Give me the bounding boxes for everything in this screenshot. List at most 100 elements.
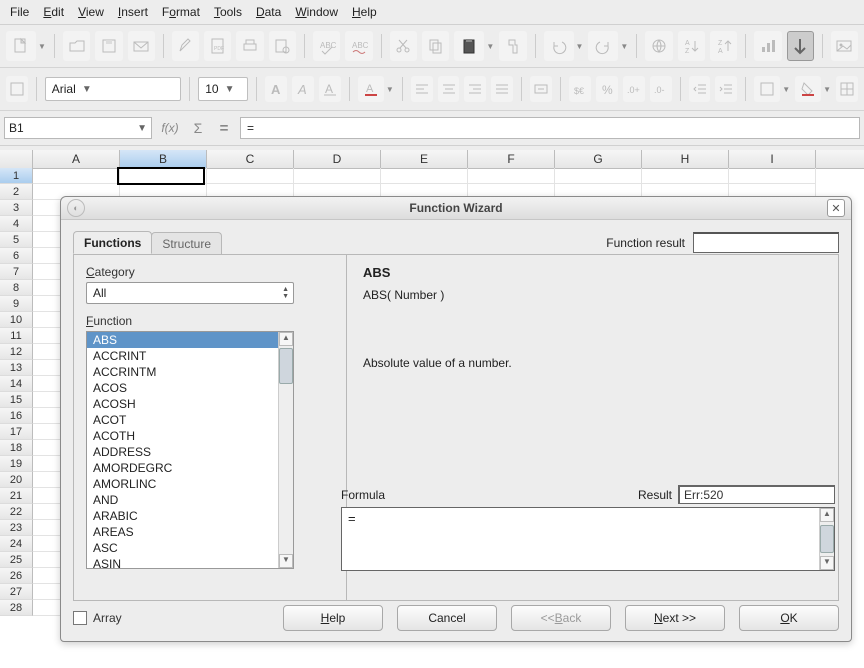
align-justify-icon[interactable] (491, 76, 513, 102)
cell[interactable] (468, 168, 555, 184)
row-header[interactable]: 22 (0, 504, 33, 520)
column-header[interactable]: D (294, 150, 381, 168)
function-list-item[interactable]: AREAS (87, 524, 279, 540)
redo-icon[interactable] (588, 31, 618, 61)
menu-file[interactable]: File (4, 4, 35, 20)
sum-icon[interactable]: Σ (188, 120, 208, 136)
row-header[interactable]: 28 (0, 600, 33, 616)
menu-help[interactable]: Help (346, 4, 383, 20)
chevron-down-icon[interactable]: ▼ (576, 42, 584, 51)
function-list-item[interactable]: ABS (87, 332, 279, 348)
function-wizard-icon[interactable]: f(x) (158, 121, 182, 135)
function-list-item[interactable]: ARABIC (87, 508, 279, 524)
edit-mode-icon[interactable] (172, 31, 199, 61)
sort-asc-icon[interactable]: AZ (678, 31, 705, 61)
row-header[interactable]: 13 (0, 360, 33, 376)
format-paintbrush-icon[interactable] (499, 31, 526, 61)
print-icon[interactable] (236, 31, 263, 61)
decrease-indent-icon[interactable] (689, 76, 711, 102)
column-header[interactable]: I (729, 150, 816, 168)
dialog-titlebar[interactable]: ◐ Function Wizard ✕ (61, 197, 851, 220)
close-icon[interactable]: ✕ (827, 199, 845, 217)
menu-edit[interactable]: Edit (37, 4, 70, 20)
function-list-item[interactable]: ACOSH (87, 396, 279, 412)
row-header[interactable]: 21 (0, 488, 33, 504)
menu-data[interactable]: Data (250, 4, 287, 20)
row-header[interactable]: 20 (0, 472, 33, 488)
row-header[interactable]: 11 (0, 328, 33, 344)
email-icon[interactable] (128, 31, 155, 61)
underline-icon[interactable]: A (319, 76, 341, 102)
equals-icon[interactable]: = (214, 120, 234, 137)
formula-input[interactable]: = (240, 117, 860, 139)
row-header[interactable]: 24 (0, 536, 33, 552)
function-list-item[interactable]: AMORLINC (87, 476, 279, 492)
function-list-item[interactable]: ACOS (87, 380, 279, 396)
back-button[interactable]: << Back (511, 605, 611, 631)
formula-textarea[interactable]: = ▲ ▼ (341, 507, 835, 571)
row-header[interactable]: 17 (0, 424, 33, 440)
menu-insert[interactable]: Insert (112, 4, 154, 20)
ok-button[interactable]: OK (739, 605, 839, 631)
row-header[interactable]: 15 (0, 392, 33, 408)
next-button[interactable]: Next >> (625, 605, 725, 631)
scroll-down-icon[interactable]: ▼ (279, 554, 293, 568)
remove-decimal-icon[interactable]: .0- (650, 76, 672, 102)
export-pdf-icon[interactable]: PDF (204, 31, 231, 61)
cell-reference-combo[interactable]: B1 ▼ (4, 117, 152, 139)
column-header[interactable]: A (33, 150, 120, 168)
sort-desc-icon[interactable]: ZA (710, 31, 737, 61)
row-header[interactable]: 26 (0, 568, 33, 584)
spinner-icon[interactable]: ▲▼ (282, 286, 289, 300)
font-color-icon[interactable]: A (358, 76, 384, 102)
copy-icon[interactable] (422, 31, 449, 61)
menu-format[interactable]: Format (156, 4, 206, 20)
column-header[interactable]: B (120, 150, 207, 168)
currency-icon[interactable]: $€ (569, 76, 591, 102)
increase-indent-icon[interactable] (715, 76, 737, 102)
function-list-item[interactable]: AND (87, 492, 279, 508)
cell[interactable] (729, 168, 816, 184)
row-header[interactable]: 23 (0, 520, 33, 536)
scrollbar[interactable]: ▲ ▼ (278, 332, 293, 568)
column-header[interactable]: C (207, 150, 294, 168)
save-icon[interactable] (95, 31, 122, 61)
cut-icon[interactable] (390, 31, 417, 61)
percent-icon[interactable]: % (596, 76, 618, 102)
chevron-down-icon[interactable]: ▼ (782, 85, 790, 94)
row-header[interactable]: 6 (0, 248, 33, 264)
bgcolor-icon[interactable] (795, 76, 821, 102)
tab-functions[interactable]: Functions (73, 231, 152, 254)
row-header[interactable]: 3 (0, 200, 33, 216)
help-button[interactable]: Help (283, 605, 383, 631)
open-icon[interactable] (63, 31, 90, 61)
chevron-down-icon[interactable]: ▼ (223, 84, 237, 95)
align-center-icon[interactable] (438, 76, 460, 102)
styles-icon[interactable] (6, 76, 28, 102)
scroll-thumb[interactable] (820, 525, 834, 553)
row-header[interactable]: 9 (0, 296, 33, 312)
row-header[interactable]: 5 (0, 232, 33, 248)
row-header[interactable]: 10 (0, 312, 33, 328)
cell[interactable] (381, 168, 468, 184)
column-header[interactable]: G (555, 150, 642, 168)
function-list-item[interactable]: ACCRINTM (87, 364, 279, 380)
undo-icon[interactable] (544, 31, 574, 61)
chevron-down-icon[interactable]: ▼ (137, 123, 147, 134)
gallery-icon[interactable] (831, 31, 858, 61)
row-header[interactable]: 25 (0, 552, 33, 568)
bold-icon[interactable]: A (265, 76, 287, 102)
font-name-combo[interactable]: Arial ▼ (45, 77, 182, 101)
function-list-item[interactable]: ACCRINT (87, 348, 279, 364)
row-header[interactable]: 4 (0, 216, 33, 232)
row-header[interactable]: 8 (0, 280, 33, 296)
align-right-icon[interactable] (464, 76, 486, 102)
scroll-up-icon[interactable]: ▲ (279, 332, 293, 346)
cancel-button[interactable]: Cancel (397, 605, 497, 631)
menu-view[interactable]: View (72, 4, 110, 20)
column-header[interactable]: E (381, 150, 468, 168)
row-header[interactable]: 19 (0, 456, 33, 472)
category-combo[interactable]: All ▲▼ (86, 282, 294, 304)
function-listbox[interactable]: ABSACCRINTACCRINTMACOSACOSHACOTACOTHADDR… (86, 331, 294, 569)
row-header[interactable]: 2 (0, 184, 33, 200)
